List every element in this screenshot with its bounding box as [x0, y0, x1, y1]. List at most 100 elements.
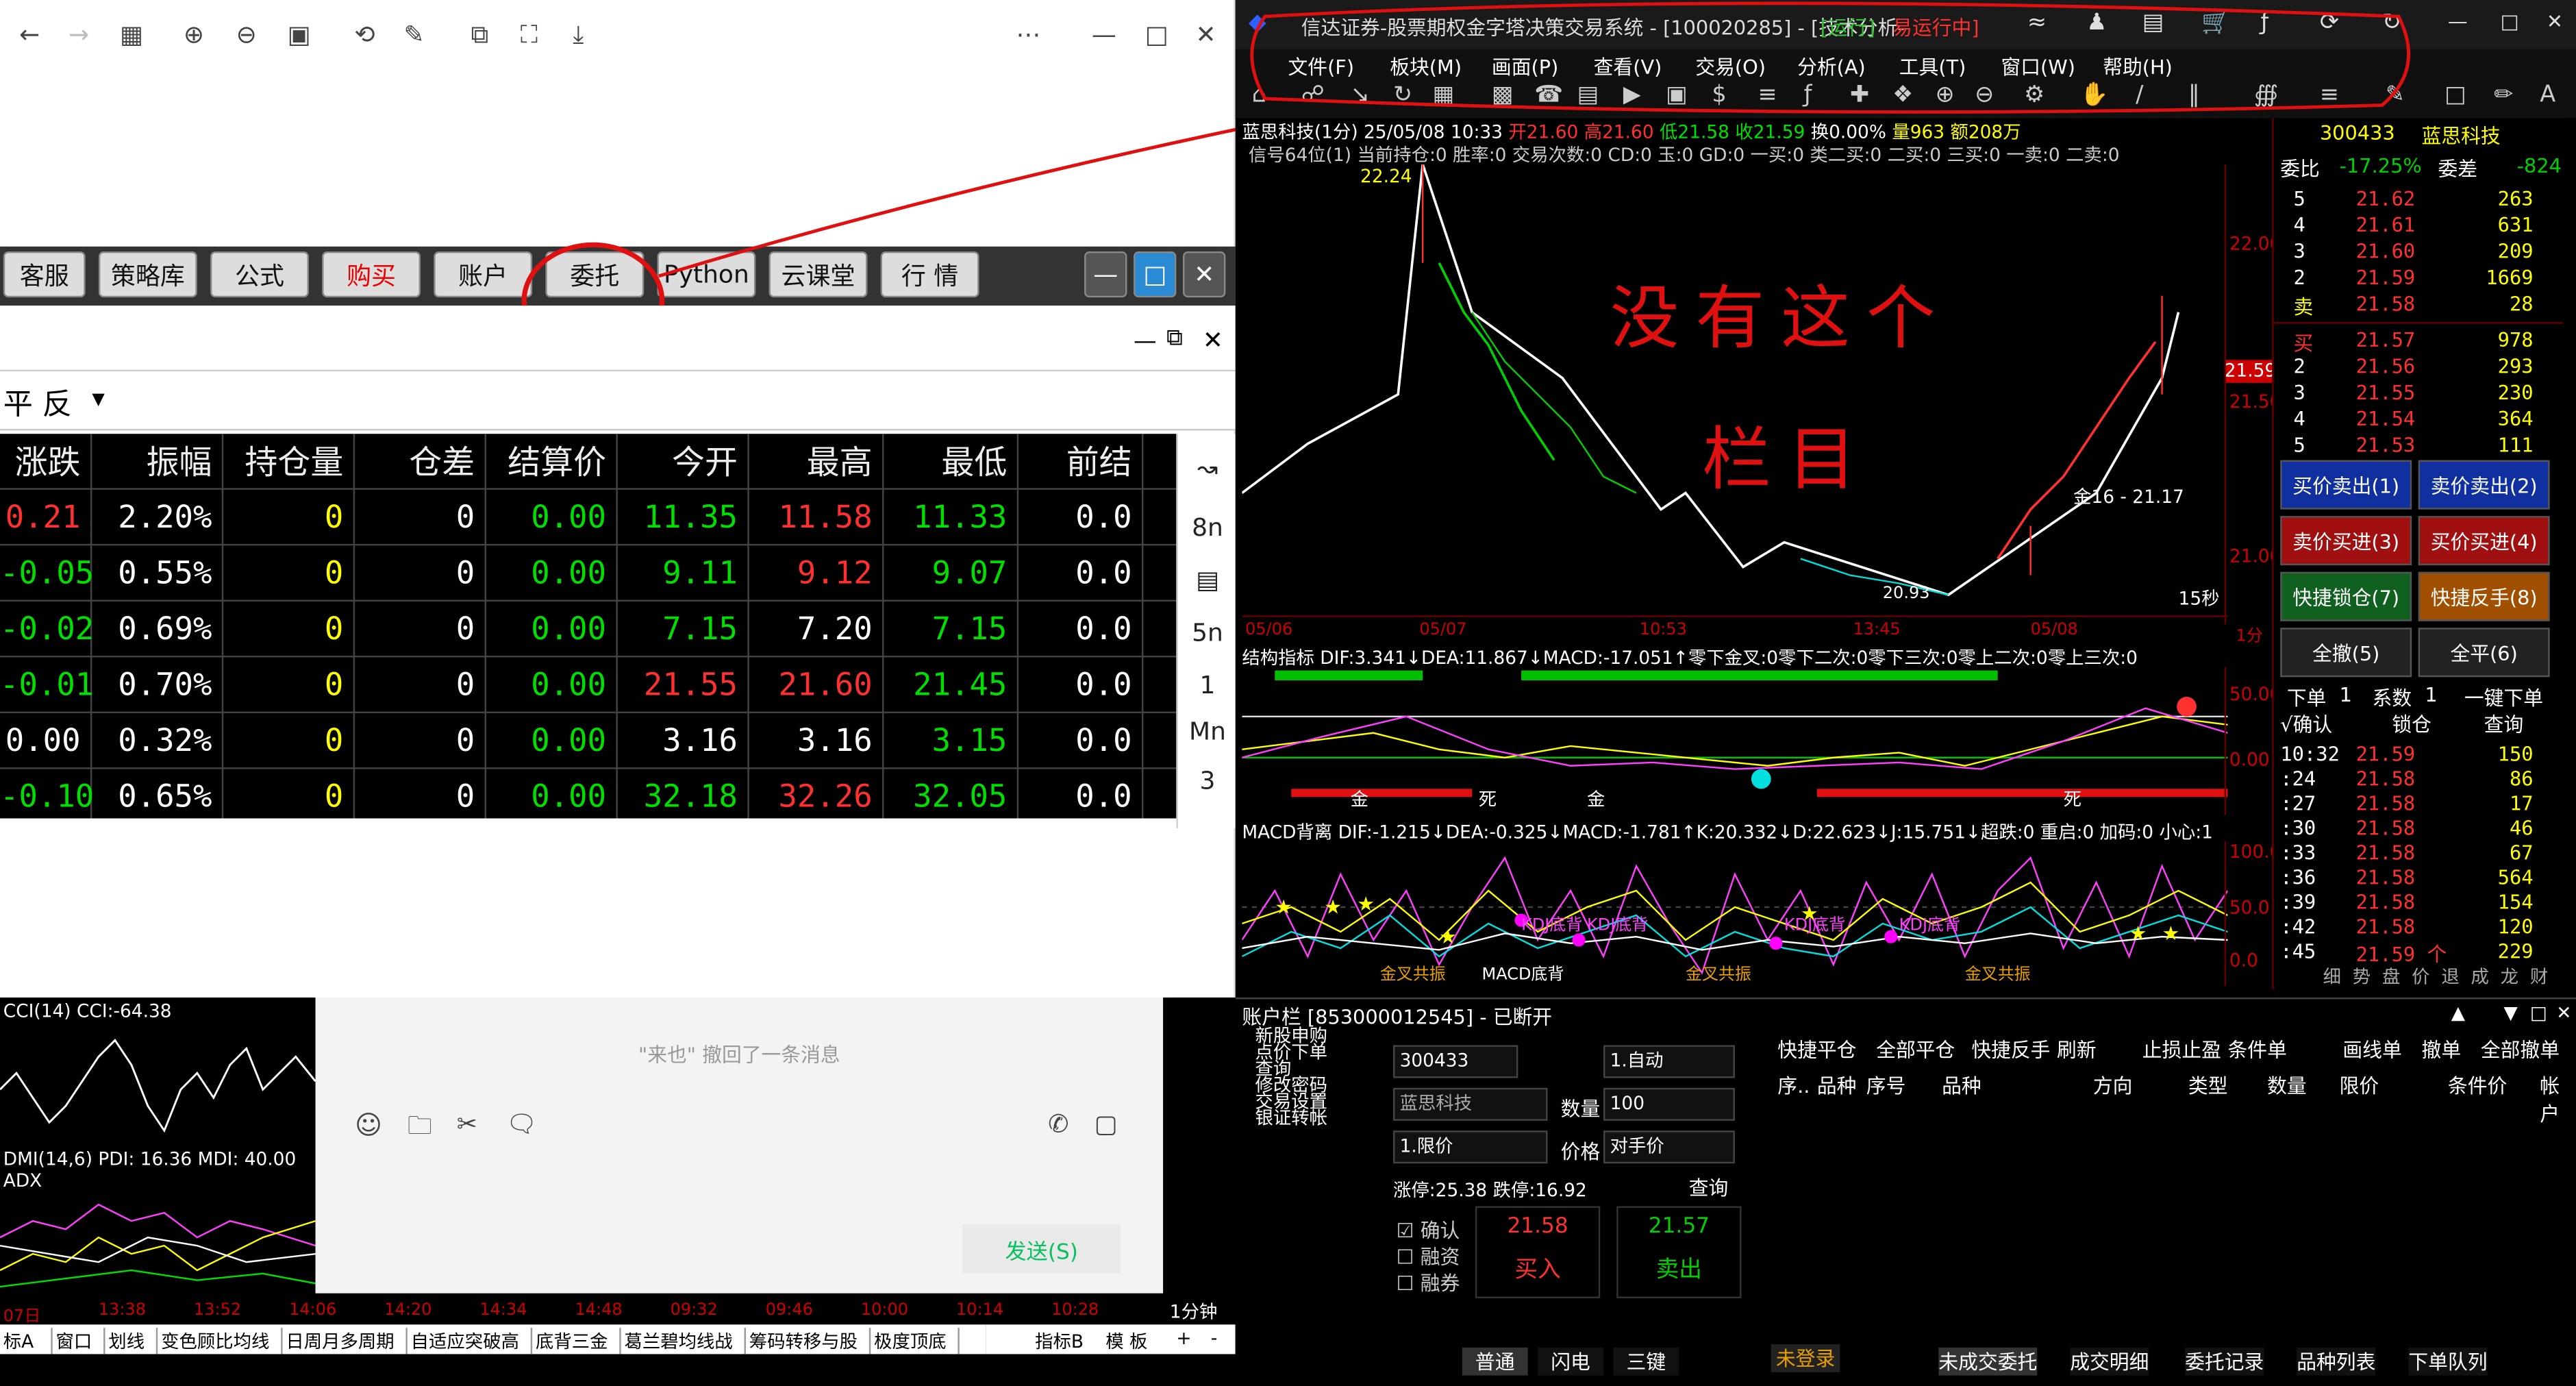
brush-icon[interactable]: ✏ [2494, 82, 2513, 108]
trade-button[interactable]: 买价买进(4) [2418, 516, 2550, 566]
account-action-button[interactable]: 全部平仓 [1876, 1035, 1955, 1063]
order-qty[interactable]: 1 [2340, 684, 2352, 707]
copy-icon[interactable]: ⧉ [460, 10, 500, 59]
tool-5n[interactable]: 5n [1188, 618, 1227, 658]
confirm-check[interactable]: ☑ 确认 [1397, 1216, 1460, 1244]
account-right-tab[interactable]: 委托记录 [2185, 1347, 2264, 1376]
zoom-out-icon[interactable]: ⊖ [227, 10, 266, 59]
dropdown-icon[interactable]: ▼ [2503, 1002, 2517, 1024]
video-icon[interactable]: ▢ [1094, 1109, 1117, 1139]
send-button[interactable]: 发送(S) [962, 1224, 1121, 1274]
rotate-icon[interactable]: ⟲ [345, 10, 385, 59]
trade-button[interactable]: 买价卖出(1) [2280, 460, 2412, 510]
close-icon[interactable]: ✕ [1203, 325, 1223, 355]
table-row[interactable]: -0.01 0.70% 0 0 0.00 21.55 21.60 21.45 0.0 [0, 657, 1177, 713]
column-header[interactable]: 最低 [884, 434, 1019, 490]
orderbook-tab[interactable]: 细 [2323, 963, 2341, 989]
minimize-icon[interactable]: — [1134, 329, 1157, 355]
orderbook-tab[interactable]: 龙 [2501, 963, 2518, 989]
trade-button[interactable]: 全平(6) [2418, 628, 2550, 678]
account-action-button[interactable]: 条件单 [2228, 1035, 2287, 1063]
coef-value[interactable]: 1 [2425, 684, 2437, 707]
minimize-icon[interactable]: — [1084, 10, 1124, 59]
indicator-tab[interactable]: 葛兰碧均线战 [621, 1328, 746, 1354]
line-chart-icon[interactable]: ↝ [1188, 454, 1227, 493]
trade-button[interactable]: 卖价买进(3) [2280, 516, 2412, 566]
column-header[interactable]: 涨跌 [0, 434, 92, 490]
forward-icon[interactable]: → [59, 10, 99, 59]
column-header[interactable]: 前结 [1018, 434, 1144, 490]
account-right-tab[interactable]: 未成交委托 [1938, 1347, 2038, 1376]
buy-button[interactable]: 21.58 买入 [1475, 1206, 1601, 1298]
account-action-button[interactable]: 快捷反手 [1971, 1035, 2050, 1063]
price-input[interactable]: 对手价 [1603, 1130, 1735, 1164]
orderbook-tab[interactable]: 财 [2530, 963, 2548, 989]
tool-1[interactable]: 1 [1188, 671, 1227, 710]
column-header[interactable]: 今开 [618, 434, 749, 490]
column-header[interactable]: 振幅 [92, 434, 224, 490]
indicator-tab[interactable]: 变色顾比均线 [158, 1328, 283, 1354]
indicator-tab[interactable]: 指标B [1035, 1328, 1084, 1354]
zoom-in-icon[interactable]: ⊕ [174, 10, 214, 59]
period-label[interactable]: 1分钟 [1170, 1298, 1218, 1324]
indicator-tab[interactable]: 底背三金 [532, 1328, 621, 1354]
rz-check[interactable]: ☐ 融资 [1397, 1242, 1460, 1270]
trade-button[interactable]: 快捷反手(8) [2418, 571, 2550, 621]
indicator-tab[interactable]: 模 板 [1105, 1328, 1147, 1354]
rq-check[interactable]: ☐ 融券 [1397, 1269, 1460, 1297]
trade-button[interactable]: 全撤(5) [2280, 628, 2412, 678]
indicator-tab[interactable]: 日周月多周期 [283, 1328, 408, 1354]
account-bottom-tab[interactable]: 闪电 [1538, 1347, 1604, 1376]
chat-bubble-icon[interactable]: 🗨 [506, 1109, 538, 1139]
account-bottom-tab[interactable]: 三键 [1613, 1347, 1679, 1376]
chart-icon[interactable]: ▤ [1188, 565, 1227, 605]
account-action-button[interactable]: 画线单 [2342, 1035, 2401, 1063]
tool-8n[interactable]: 8n [1188, 512, 1227, 552]
mode-select[interactable]: 1.自动 [1603, 1045, 1735, 1078]
save-icon[interactable]: ⤓ [559, 10, 599, 59]
filter-label[interactable]: 平 反 [3, 381, 72, 423]
scissors-icon[interactable]: ✂ [457, 1109, 477, 1139]
edit-icon[interactable]: ✎ [395, 10, 434, 59]
close-icon[interactable]: ✕ [2556, 1002, 2571, 1024]
trade-button[interactable]: 快捷锁仓(7) [2280, 571, 2412, 621]
account-right-tab[interactable]: 成交明细 [2070, 1347, 2149, 1376]
indicator-tab[interactable]: 筹码转移与股 [746, 1328, 871, 1354]
indicator-tab[interactable]: 标A [0, 1328, 53, 1354]
one-click-order[interactable]: 一键下单 [2464, 684, 2543, 712]
indicator-tab[interactable]: - [1211, 1328, 1218, 1349]
qty-input[interactable]: 100 [1603, 1087, 1735, 1121]
crop-icon[interactable]: ⛶ [510, 10, 549, 59]
table-row[interactable]: -0.10 0.65% 0 0 0.00 32.18 32.26 32.05 0.0 [0, 769, 1177, 826]
account-bottom-tab[interactable]: 普通 [1462, 1347, 1528, 1376]
account-action-button[interactable]: 快捷平仓 [1777, 1035, 1856, 1063]
account-right-tab[interactable]: 下单队列 [2408, 1347, 2488, 1376]
column-header[interactable]: 最高 [749, 434, 884, 490]
tab-formula[interactable]: 公式 [210, 251, 309, 298]
table-row[interactable]: -0.02 0.69% 0 0 0.00 7.15 7.20 7.15 0.0 [0, 601, 1177, 658]
code-input[interactable]: 300433 [1393, 1045, 1518, 1078]
folder-icon[interactable]: 🗀 [408, 1109, 432, 1150]
tab-account[interactable]: 账户 [434, 251, 533, 298]
minimize-icon[interactable]: — [2448, 10, 2468, 33]
pin2-icon[interactable]: □ [2530, 1002, 2547, 1024]
pin-icon[interactable]: ▲ [2451, 1002, 2465, 1024]
back-icon[interactable]: ← [10, 10, 49, 59]
trade-button[interactable]: 卖价卖出(2) [2418, 460, 2550, 510]
rect-icon[interactable]: □ [2444, 82, 2466, 108]
maximize-icon[interactable]: □ [1137, 10, 1177, 59]
fit-icon[interactable]: ▣ [279, 10, 319, 59]
account-action-button[interactable]: 刷新 [2057, 1035, 2097, 1063]
account-action-button[interactable]: 止损止盈 [2142, 1035, 2221, 1063]
query-button[interactable]: 查询 [1689, 1174, 1729, 1202]
tab-strategy[interactable]: 策略库 [98, 251, 197, 298]
orderbook-tab[interactable]: 成 [2471, 963, 2488, 989]
account-action-button[interactable]: 全部撤单 [2481, 1035, 2560, 1063]
type-select[interactable]: 1.限价 [1393, 1130, 1548, 1164]
phone-icon[interactable]: ✆ [1048, 1109, 1068, 1139]
confirm-checkbox[interactable]: √确认 [2280, 710, 2332, 738]
table-row[interactable]: -0.05 0.55% 0 0 0.00 9.11 9.12 9.07 0.0 [0, 545, 1177, 602]
text-icon[interactable]: A [2540, 82, 2555, 108]
indicator-tab[interactable]: 自适应突破高 [408, 1328, 533, 1354]
indicator-tab[interactable]: + [1176, 1328, 1191, 1349]
